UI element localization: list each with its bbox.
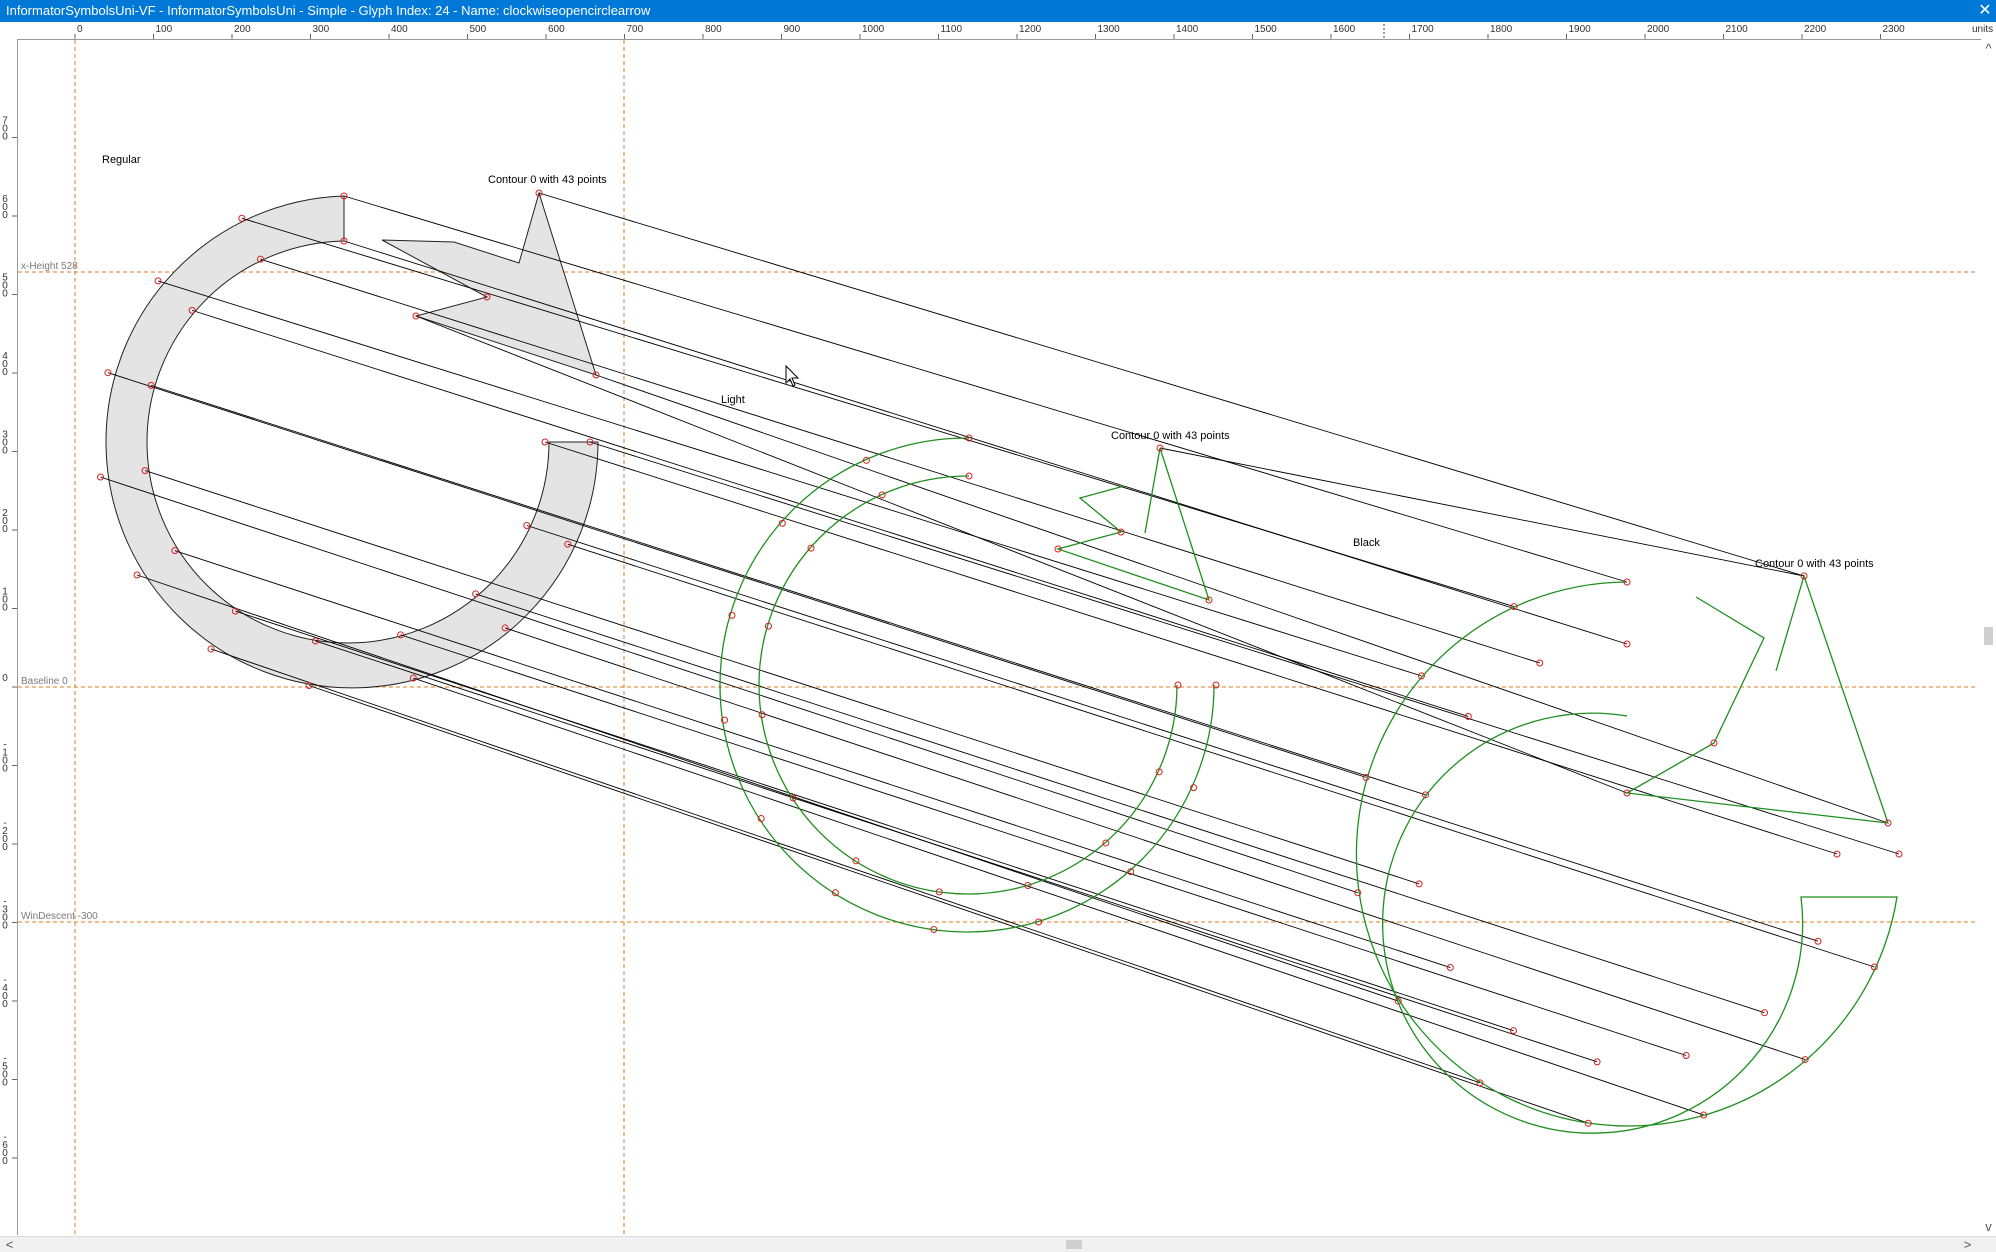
interpolation-link-line [415, 315, 1628, 794]
x-tick-label: 600 [548, 24, 565, 35]
interpolation-link-line [538, 192, 1805, 577]
x-tick-label: 1000 [862, 24, 885, 35]
guide-label: Baseline 0 [21, 676, 68, 687]
x-tick-label: 2000 [1647, 24, 1670, 35]
black-master-label: Black [1353, 537, 1380, 549]
x-tick-label: 1600 [1333, 24, 1356, 35]
y-tick-label: 400 [2, 351, 8, 378]
x-tick-label: 2300 [1883, 24, 1906, 35]
x-tick-label: 0 [77, 24, 83, 35]
x-tick-label: 900 [784, 24, 801, 35]
y-tick-label: -3 0 0 [2, 897, 8, 932]
horizontal-scroll-thumb[interactable] [1066, 1240, 1082, 1249]
y-tick-label: -2 0 0 [2, 818, 8, 853]
y-tick-label: -6 0 0 [2, 1132, 8, 1167]
interpolation-link-line [151, 384, 1426, 796]
interpolation-link-line [157, 280, 1422, 677]
title-bar: InformatorSymbolsUni-VF - InformatorSymb… [0, 0, 1996, 22]
y-tick-label: 300 [2, 430, 8, 457]
x-tick-label: 100 [156, 24, 173, 35]
x-tick-label: 400 [391, 24, 408, 35]
regular-master-label: Regular [102, 154, 141, 166]
horizontal-scrollbar[interactable]: < > [0, 1236, 1996, 1252]
vertical-ruler: 7 0 0 6 0 0 5 0 0 4 0 0 3 0 0 2 0 0 1 0 0 0 -1 0 0 -2 0 0 -3 0 0 -4 0 0 -5… [0, 39, 18, 1235]
x-tick-label: 2100 [1726, 24, 1749, 35]
interpolation-link-line [413, 677, 1704, 1116]
interpolation-link-line [315, 640, 1598, 1063]
x-tick-label: 1500 [1255, 24, 1278, 35]
interpolation-link-line [475, 593, 1765, 1014]
regular-master-outline [105, 191, 599, 689]
light-master-label: Light [721, 394, 745, 406]
black-arrowhead [1624, 573, 1889, 824]
light-arrowhead [1055, 447, 1211, 602]
x-tick-label: 2200 [1804, 24, 1827, 35]
glyph-canvas[interactable]: x-Height 528 Baseline 0 WinDescent -300 Re… [18, 40, 1976, 1235]
interpolation-link-line [1159, 447, 1805, 577]
x-tick-label: 200 [234, 24, 251, 35]
horizontal-ruler-svg: 0 100 200 300 400 500 600 700 800 900 1000 1100 1200… [74, 24, 1993, 39]
y-tick-label: 100 [2, 587, 8, 614]
y-tick-label: 500 [2, 273, 8, 300]
x-tick-label: 1400 [1176, 24, 1199, 35]
regular-arrowhead [381, 191, 597, 376]
outline-point [758, 711, 766, 719]
interpolation-link-line [235, 610, 1514, 1032]
y-tick-label: -5 0 0 [2, 1054, 8, 1089]
window-title: InformatorSymbolsUni-VF - InformatorSymb… [6, 3, 651, 18]
x-tick-label: 1200 [1019, 24, 1042, 35]
x-tick-label: 1900 [1569, 24, 1592, 35]
vertical-scrollbar[interactable]: ^ v [1981, 39, 1996, 1236]
outline-point [1174, 681, 1182, 689]
y-tick-label: 0 [2, 673, 8, 684]
glyph-view[interactable]: x-Height 528 Baseline 0 WinDescent -300 Re… [18, 40, 1976, 1235]
y-tick-label: 700 [2, 116, 8, 143]
x-tick-label: 300 [313, 24, 330, 35]
interpolation-link-line [100, 476, 1358, 894]
x-tick-label: 800 [705, 24, 722, 35]
light-contour-label: Contour 0 with 43 points [1111, 430, 1230, 442]
regular-contour-label: Contour 0 with 43 points [488, 174, 607, 186]
y-tick-label: -1 0 0 [2, 740, 8, 775]
scroll-left-icon[interactable]: < [2, 1237, 17, 1252]
interpolation-link-line [504, 627, 1806, 1060]
close-icon[interactable]: ✕ [1974, 0, 1996, 22]
interpolation-link-line [136, 574, 1399, 1002]
interpolation-link-line [544, 441, 1838, 855]
x-tick-label: 1100 [941, 24, 963, 35]
interpolation-link-line [308, 685, 1589, 1124]
y-tick-label: 600 [2, 194, 8, 221]
x-tick-label: 1300 [1098, 24, 1121, 35]
black-contour-label: Contour 0 with 43 points [1755, 558, 1874, 570]
y-tick-label: 200 [2, 508, 8, 535]
horizontal-ruler: 0 100 200 300 400 500 600 700 800 900 1000 1100 1200… [0, 22, 1996, 40]
interpolation-link-line [174, 550, 1451, 968]
x-tick-label: 1700 [1412, 24, 1435, 35]
x-tick-label: 700 [627, 24, 644, 35]
scroll-up-icon[interactable]: ^ [1981, 41, 1996, 56]
x-tick-label: 1800 [1490, 24, 1513, 35]
scroll-right-icon[interactable]: > [1960, 1237, 1975, 1252]
scroll-down-icon[interactable]: v [1981, 1219, 1996, 1234]
black-ring-outline [1355, 581, 1898, 1134]
y-tick-label: -4 0 0 [2, 975, 8, 1010]
guide-label: x-Height 528 [21, 261, 78, 272]
interpolated-outlines [719, 437, 1898, 1134]
x-tick-label: 500 [470, 24, 487, 35]
vertical-scroll-thumb[interactable] [1984, 627, 1993, 645]
labels-layer: Regular Light Black Contour 0 with 43 point… [102, 154, 1874, 570]
units-label: units [1972, 24, 1993, 35]
guide-label: WinDescent -300 [21, 911, 98, 922]
interpolation-link-line [260, 258, 1540, 664]
light-ring-outline [719, 437, 1215, 933]
vertical-ruler-svg: 7 0 0 6 0 0 5 0 0 4 0 0 3 0 0 2 0 0 1 0 0 0 -1 0 0 -2 0 0 -3 0 0 -4 0 0 -5… [2, 116, 17, 1167]
